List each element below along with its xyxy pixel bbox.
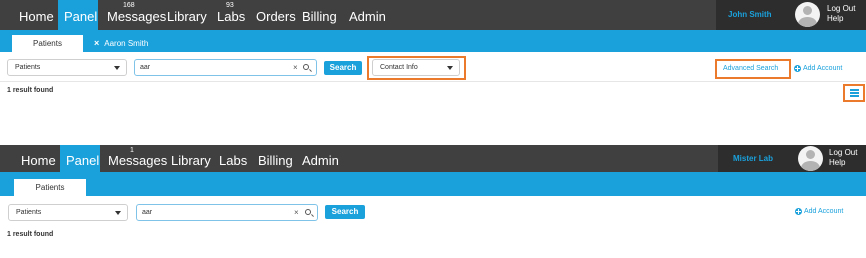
search-button[interactable]: Search	[325, 205, 365, 219]
tab-aaron-smith[interactable]: × Aaron Smith	[94, 35, 148, 52]
nav-library[interactable]: Library	[171, 145, 211, 172]
user-name[interactable]: Mister Lab	[733, 145, 773, 175]
labs-count-badge: 93	[226, 2, 234, 9]
chevron-down-icon	[447, 66, 453, 70]
tab-patients[interactable]: Patients	[12, 35, 83, 52]
nav-home[interactable]: Home	[12, 145, 56, 172]
search-icon[interactable]	[305, 209, 311, 215]
add-account-link[interactable]: Add Account	[803, 64, 842, 74]
add-account-link[interactable]: Add Account	[804, 207, 843, 217]
avatar[interactable]	[798, 146, 823, 171]
help-link[interactable]: Help	[827, 14, 855, 24]
menu-icon[interactable]	[850, 89, 859, 97]
nav-admin[interactable]: Admin	[302, 145, 342, 172]
search-input[interactable]: aar ×	[136, 204, 318, 221]
user-area: John Smith Log Out Help	[716, 0, 866, 30]
user-links: Log Out Help	[829, 148, 857, 168]
nav-home[interactable]: Home	[10, 0, 54, 30]
search-row: Patients aar × Search Contact Info Advan…	[0, 52, 866, 82]
search-icon[interactable]	[303, 64, 309, 70]
result-count: 1 result found	[7, 231, 54, 238]
plus-circle-icon[interactable]	[795, 208, 802, 215]
top-nav-bar: Home Panel 1 Messages Library Labs Billi…	[0, 145, 866, 172]
plus-circle-icon[interactable]	[794, 65, 801, 72]
clear-icon[interactable]: ×	[293, 60, 298, 75]
nav-labs[interactable]: 93 Labs	[217, 0, 245, 30]
chevron-down-icon	[115, 211, 121, 215]
search-row: Patients aar × Search Add Account	[0, 196, 866, 226]
help-link[interactable]: Help	[829, 158, 857, 168]
chevron-down-icon	[114, 66, 120, 70]
user-area: Mister Lab Log Out Help	[718, 145, 866, 172]
close-icon[interactable]: ×	[94, 38, 99, 48]
logout-link[interactable]: Log Out	[827, 4, 855, 14]
screen-1: Home Panel 168 Messages Library 93 Labs …	[0, 0, 866, 104]
nav-panel[interactable]: Panel	[60, 145, 100, 172]
advanced-search-link[interactable]: Advanced Search	[723, 64, 778, 74]
messages-count-badge: 1	[130, 147, 134, 154]
category-select[interactable]: Patients	[8, 204, 128, 221]
nav-admin[interactable]: Admin	[349, 0, 386, 30]
nav-orders[interactable]: Orders	[256, 0, 296, 30]
search-button[interactable]: Search	[324, 61, 362, 75]
screen-2: Home Panel 1 Messages Library Labs Billi…	[0, 145, 866, 255]
category-select[interactable]: Patients	[7, 59, 127, 76]
tab-patients[interactable]: Patients	[14, 179, 86, 196]
tab-bar: Patients × Aaron Smith	[0, 30, 866, 52]
nav-messages[interactable]: 168 Messages	[107, 0, 166, 30]
avatar[interactable]	[795, 2, 820, 27]
nav-messages[interactable]: 1 Messages	[108, 145, 167, 172]
nav-labs[interactable]: Labs	[219, 145, 247, 172]
nav-panel[interactable]: Panel	[58, 0, 98, 30]
top-nav-bar: Home Panel 168 Messages Library 93 Labs …	[0, 0, 866, 30]
nav-library[interactable]: Library	[167, 0, 207, 30]
clear-icon[interactable]: ×	[294, 205, 299, 220]
messages-count-badge: 168	[123, 2, 135, 9]
logout-link[interactable]: Log Out	[829, 148, 857, 158]
result-count: 1 result found	[7, 87, 54, 94]
tab-bar: Patients	[0, 172, 866, 196]
field-select[interactable]: Contact Info	[372, 59, 460, 76]
nav-billing[interactable]: Billing	[258, 145, 296, 172]
user-name[interactable]: John Smith	[728, 0, 772, 30]
nav-billing[interactable]: Billing	[302, 0, 340, 30]
user-links: Log Out Help	[827, 4, 855, 24]
search-input[interactable]: aar ×	[134, 59, 317, 76]
